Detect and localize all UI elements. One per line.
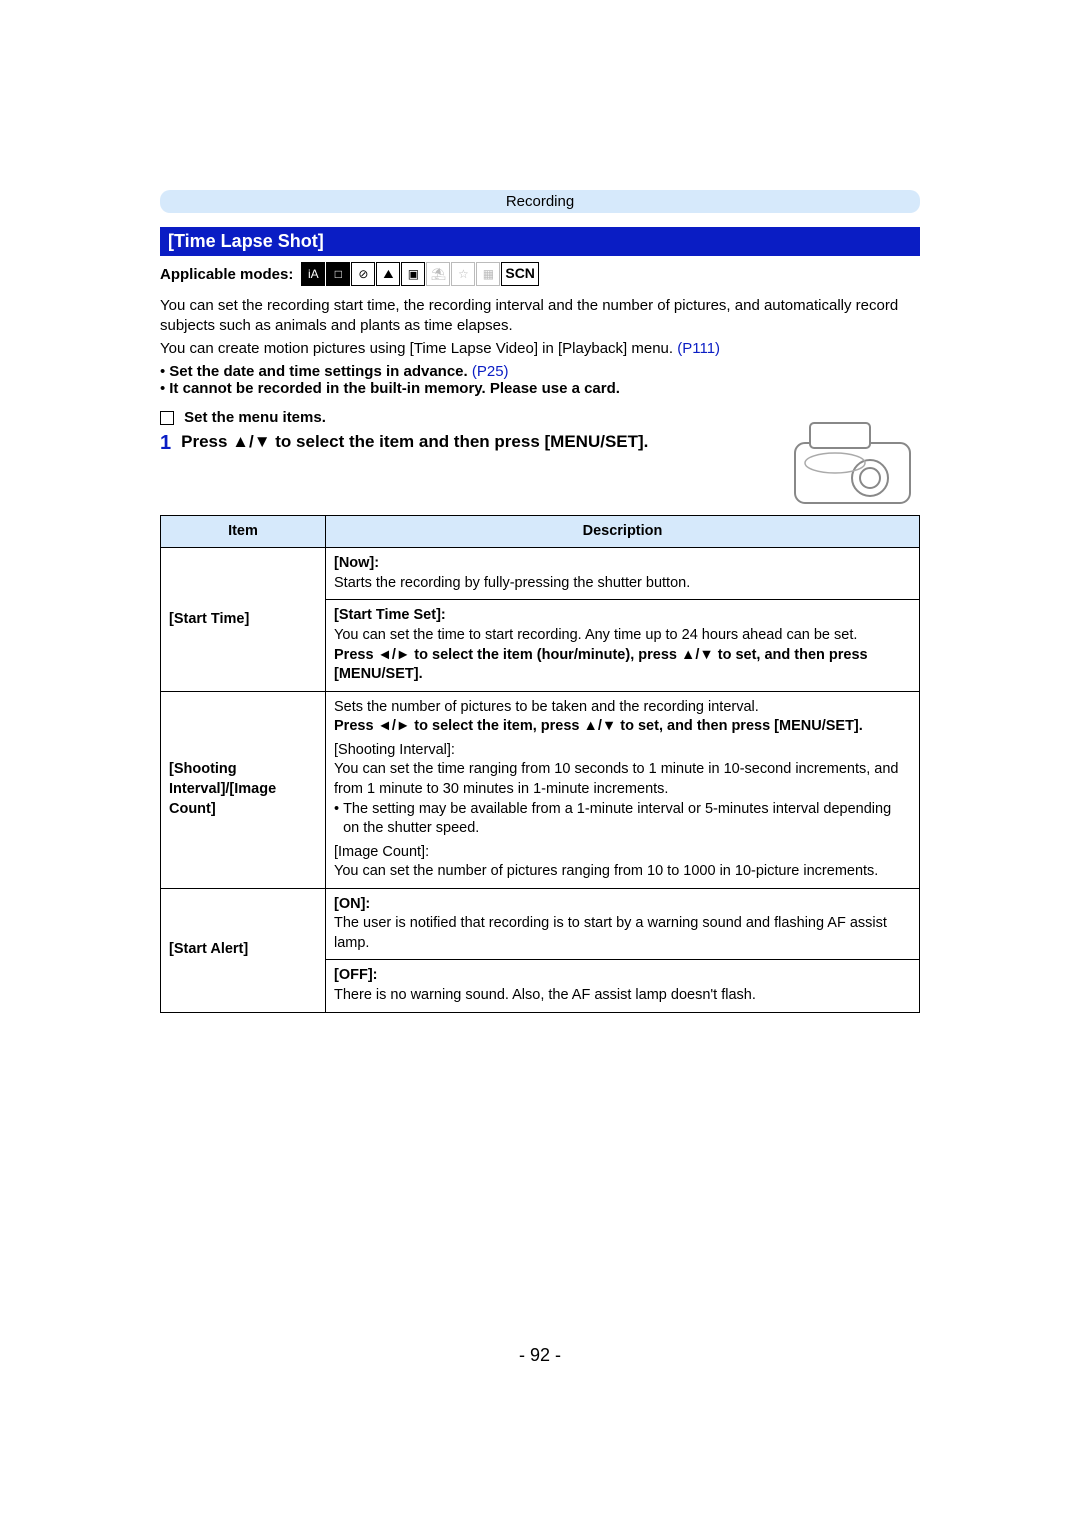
starttimeset-extra: Press ◄/► to select the item (hour/minut… [334, 646, 911, 685]
now-text: Starts the recording by fully-pressing t… [334, 574, 911, 594]
cell-interval-count: [Shooting Interval]/[Image Count] [161, 691, 326, 888]
imagecount-h: [Image Count]: [334, 843, 911, 863]
mode-icon-beach: ⛱ [426, 262, 450, 286]
cell-alert-off: [OFF]: There is no warning sound. Also, … [326, 960, 920, 1012]
interval-t3: You can set the time ranging from 10 sec… [334, 760, 911, 799]
step-text: Press ▲/▼ to select the item and then pr… [181, 432, 648, 452]
modes-label: Applicable modes: [160, 266, 293, 283]
mode-icon-ia: iA [301, 262, 325, 286]
starttimeset-heading: [Start Time Set]: [334, 606, 911, 626]
alert-on-h: [ON]: [334, 895, 911, 915]
link-p25[interactable]: (P25) [472, 363, 509, 380]
table-row: [Start Alert] [ON]: The user is notified… [161, 888, 920, 960]
interval-t2: Press ◄/► to select the item, press ▲/▼ … [334, 717, 911, 737]
interval-t1: Sets the number of pictures to be taken … [334, 698, 911, 718]
page-title: [Time Lapse Shot] [160, 227, 920, 256]
camera-illustration [790, 418, 915, 513]
alert-off-h: [OFF]: [334, 966, 911, 986]
mode-icon-scenery: ⛰ [376, 262, 400, 286]
mode-icon-sport: ▣ [401, 262, 425, 286]
page-number: - 92 - [0, 1345, 1080, 1366]
bullet-2-text: It cannot be recorded in the built-in me… [169, 380, 620, 397]
th-description: Description [326, 515, 920, 548]
category-header: Recording [160, 190, 920, 213]
interval-t3h: [Shooting Interval]: [334, 741, 911, 761]
cell-start-time: [Start Time] [161, 548, 326, 691]
interval-note-row: • The setting may be available from a 1-… [334, 800, 911, 839]
interval-note: The setting may be available from a 1-mi… [343, 800, 911, 839]
mode-icon-creative: ⊘ [351, 262, 375, 286]
cell-interval-desc: Sets the number of pictures to be taken … [326, 691, 920, 888]
intro-p1: You can set the recording start time, th… [160, 296, 920, 337]
intro-p2-text: You can create motion pictures using [Ti… [160, 340, 677, 357]
settings-table: Item Description [Start Time] [Now]: Sta… [160, 515, 920, 1013]
bullet-1: • Set the date and time settings in adva… [160, 363, 920, 380]
page: Recording [Time Lapse Shot] Applicable m… [0, 0, 1080, 1526]
intro-p2: You can create motion pictures using [Ti… [160, 339, 920, 359]
step-number: 1 [160, 432, 171, 455]
cell-start-alert: [Start Alert] [161, 888, 326, 1012]
checkbox-icon [160, 411, 174, 425]
table-row: [Shooting Interval]/[Image Count] Sets t… [161, 691, 920, 888]
link-p111[interactable]: (P111) [677, 340, 720, 357]
table-row: [Start Time] [Now]: Starts the recording… [161, 548, 920, 600]
bullet-1-text: Set the date and time settings in advanc… [169, 363, 467, 380]
mode-icon-misc: ▦ [476, 262, 500, 286]
th-item: Item [161, 515, 326, 548]
subheading-text: Set the menu items. [184, 409, 326, 426]
imagecount-t: You can set the number of pictures rangi… [334, 862, 911, 882]
cell-start-time-set: [Start Time Set]: You can set the time t… [326, 600, 920, 691]
cell-alert-on: [ON]: The user is notified that recordin… [326, 888, 920, 960]
now-heading: [Now]: [334, 554, 911, 574]
mode-icon-scn: SCN [501, 262, 539, 286]
alert-off-t: There is no warning sound. Also, the AF … [334, 986, 911, 1006]
mode-icon-star: ☆ [451, 262, 475, 286]
applicable-modes-row: Applicable modes: iA □ ⊘ ⛰ ▣ ⛱ ☆ ▦ SCN [160, 262, 920, 286]
mode-icon-camera: □ [326, 262, 350, 286]
starttimeset-text: You can set the time to start recording.… [334, 626, 911, 646]
intro-bullets: • Set the date and time settings in adva… [160, 363, 920, 397]
cell-now: [Now]: Starts the recording by fully-pre… [326, 548, 920, 600]
alert-on-t: The user is notified that recording is t… [334, 914, 911, 953]
intro-text: You can set the recording start time, th… [160, 296, 920, 397]
bullet-2: • It cannot be recorded in the built-in … [160, 380, 920, 397]
bullet-dot: • [334, 800, 339, 839]
mode-icons: iA □ ⊘ ⛰ ▣ ⛱ ☆ ▦ SCN [301, 262, 539, 286]
